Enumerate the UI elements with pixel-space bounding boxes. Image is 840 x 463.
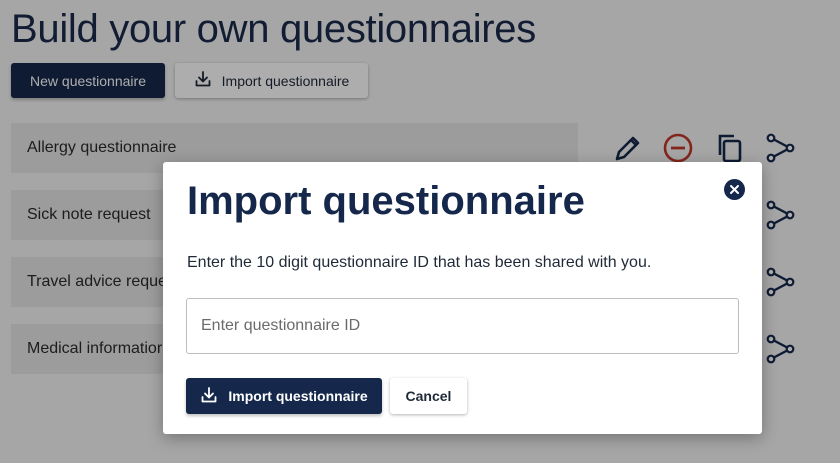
close-icon[interactable] [724,179,745,200]
cancel-button-label: Cancel [405,388,452,404]
dialog-description: Enter the 10 digit questionnaire ID that… [187,254,652,271]
questionnaire-id-input[interactable] [186,298,739,354]
import-questionnaire-dialog: Import questionnaire Enter the 10 digit … [163,162,762,434]
cancel-button[interactable]: Cancel [390,378,467,414]
import-button-label: Import questionnaire [228,388,368,404]
download-icon [200,386,218,407]
import-button[interactable]: Import questionnaire [186,378,382,414]
dialog-title: Import questionnaire [187,179,585,223]
